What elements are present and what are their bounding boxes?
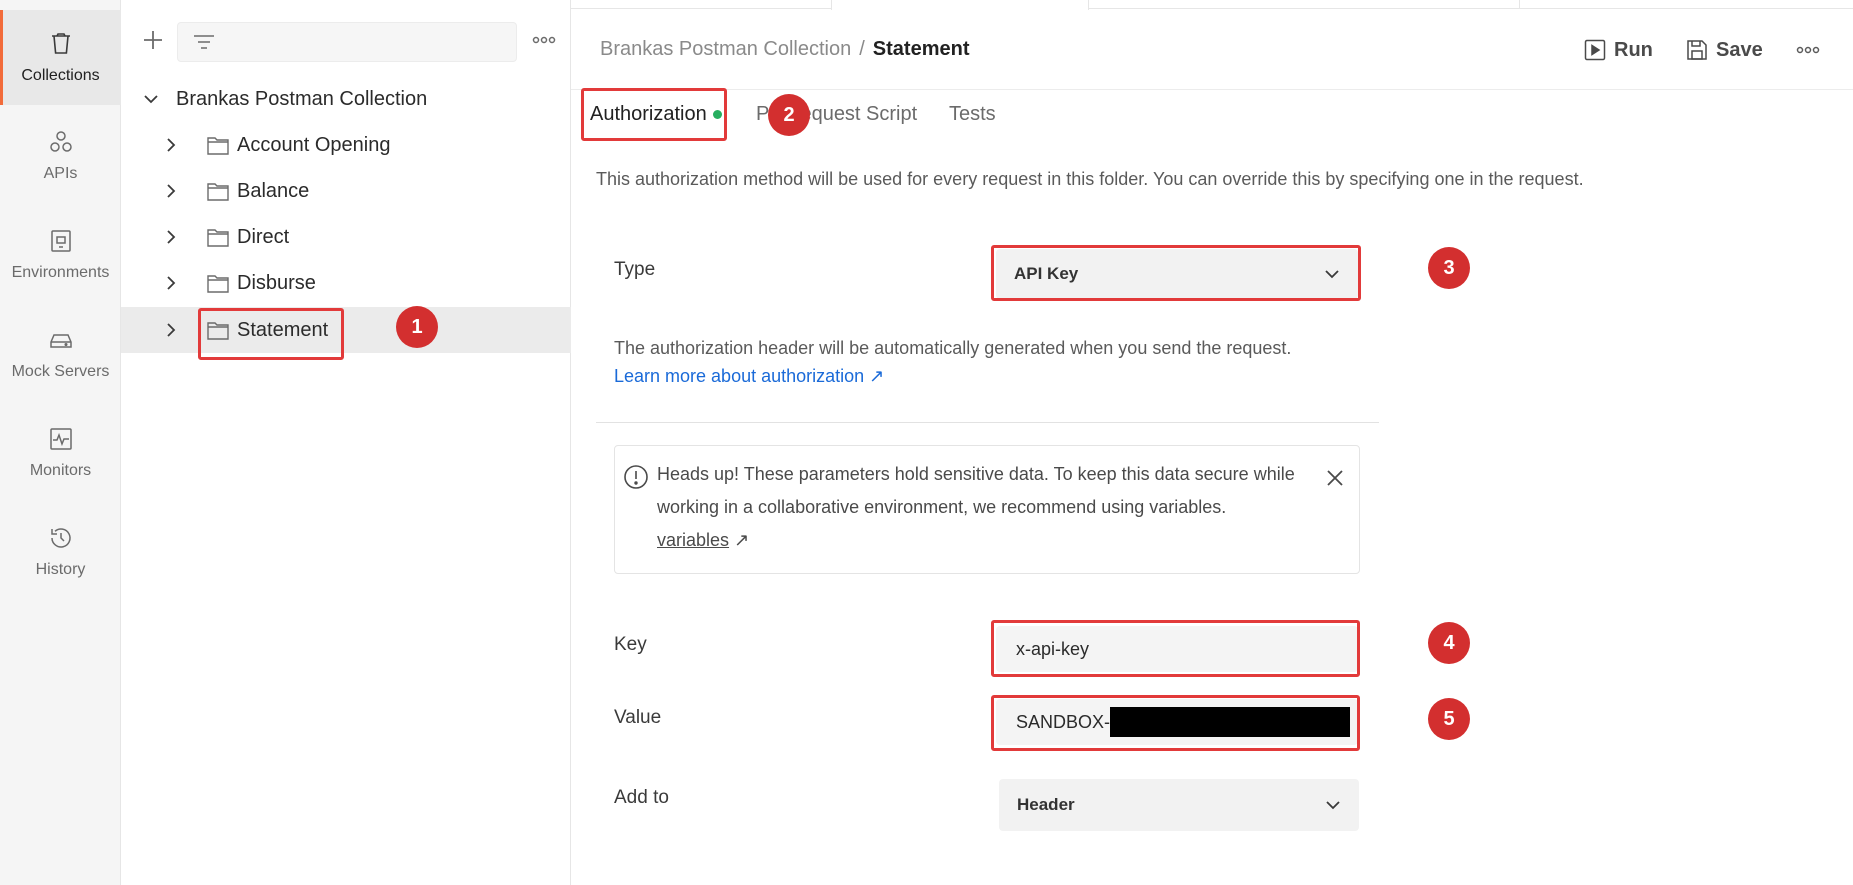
status-dot xyxy=(712,110,722,120)
folder-icon xyxy=(207,183,229,201)
tree-folder-account-opening[interactable]: Account Opening xyxy=(121,122,571,168)
section-divider xyxy=(596,422,1379,423)
tab-separator xyxy=(1519,0,1520,9)
rail-item-mock-servers[interactable]: Mock Servers xyxy=(0,306,121,401)
more-options-icon[interactable] xyxy=(529,30,559,50)
value-input[interactable]: SANDBOX- xyxy=(996,699,1358,745)
auth-type-value: API Key xyxy=(1014,264,1079,283)
history-icon xyxy=(50,527,71,548)
play-icon xyxy=(1584,39,1606,61)
rail-label: Environments xyxy=(11,263,110,281)
annotation-marker-3: 3 xyxy=(1428,247,1470,289)
tree-folder-statement[interactable]: Statement xyxy=(121,307,571,353)
rail-label: Mock Servers xyxy=(11,362,110,380)
redacted-value xyxy=(1110,707,1351,737)
breadcrumb-current[interactable]: Statement xyxy=(873,38,970,60)
key-label: Key xyxy=(614,634,647,655)
alert-text: Heads up! These parameters hold sensitiv… xyxy=(657,464,1295,517)
tree-folder-balance[interactable]: Balance xyxy=(121,168,571,214)
annotation-marker-4: 4 xyxy=(1428,622,1470,664)
save-icon xyxy=(1687,40,1707,60)
filter-input[interactable] xyxy=(177,22,517,62)
chevron-right-icon[interactable] xyxy=(161,320,181,340)
tree-toolbar xyxy=(121,0,571,80)
value-label: Value xyxy=(614,707,662,728)
apis-icon xyxy=(49,130,72,152)
alert-message: Heads up! These parameters hold sensitiv… xyxy=(657,458,1297,557)
chevron-right-icon[interactable] xyxy=(161,227,181,247)
add-to-value: Header xyxy=(1017,795,1075,814)
tab-strip xyxy=(571,0,1853,9)
rail-item-collections[interactable]: Collections xyxy=(0,10,121,105)
chevron-down-icon xyxy=(1325,270,1339,279)
collection-name: Brankas Postman Collection xyxy=(176,87,428,110)
key-input[interactable]: x-api-key xyxy=(996,626,1358,672)
folder-label: Statement xyxy=(237,318,329,341)
collection-root[interactable]: Brankas Postman Collection xyxy=(121,76,571,122)
type-label: Type xyxy=(614,259,656,280)
active-request-tab[interactable] xyxy=(831,0,1089,10)
add-to-label: Add to xyxy=(614,787,669,808)
environment-icon xyxy=(50,229,71,252)
value-prefix: SANDBOX- xyxy=(1016,711,1111,732)
filter-icon xyxy=(194,35,214,49)
save-button[interactable]: Save xyxy=(1686,34,1763,66)
close-icon[interactable] xyxy=(1325,468,1345,488)
more-options-icon[interactable] xyxy=(1793,40,1823,60)
tree-folder-disburse[interactable]: Disburse xyxy=(121,260,571,306)
trash-can-icon xyxy=(51,32,70,54)
tab-tests[interactable]: Tests xyxy=(949,103,996,126)
external-link-icon: ↗ xyxy=(734,530,750,550)
chevron-right-icon[interactable] xyxy=(161,273,181,293)
save-label: Save xyxy=(1716,38,1763,61)
run-label: Run xyxy=(1614,38,1653,61)
rail-item-apis[interactable]: APIs xyxy=(0,108,121,203)
folder-label: Disburse xyxy=(237,271,316,294)
folder-label: Direct xyxy=(237,225,290,248)
plus-icon[interactable] xyxy=(139,26,167,54)
auth-type-select[interactable]: API Key xyxy=(996,249,1358,299)
rail-label: Monitors xyxy=(29,461,92,479)
tree-folder-direct[interactable]: Direct xyxy=(121,214,571,260)
rail-label: APIs xyxy=(43,164,78,182)
run-button[interactable]: Run xyxy=(1584,34,1653,66)
folder-label: Balance xyxy=(237,179,310,202)
tab-authorization[interactable]: Authorization xyxy=(590,103,722,126)
tab-label: Tests xyxy=(949,103,996,125)
folder-icon xyxy=(207,275,229,293)
warning-icon xyxy=(624,465,648,489)
annotation-marker-2: 2 xyxy=(768,94,810,136)
rail-item-environments[interactable]: Environments xyxy=(0,207,121,302)
chevron-down-icon[interactable] xyxy=(141,89,161,109)
monitor-icon xyxy=(49,427,72,450)
tab-label: Authorization xyxy=(590,103,707,125)
left-nav-rail: Collections APIs Environments Mock Serve… xyxy=(0,0,121,885)
rail-item-history[interactable]: History xyxy=(0,504,121,599)
auth-description: This authorization method will be used f… xyxy=(596,169,1584,189)
breadcrumb-parent[interactable]: Brankas Postman Collection xyxy=(600,38,851,60)
rail-item-monitors[interactable]: Monitors xyxy=(0,405,121,500)
learn-more-link[interactable]: Learn more about authorization ↗ xyxy=(614,366,884,387)
rail-label: Collections xyxy=(21,66,100,84)
folder-icon xyxy=(207,322,229,340)
collection-tree-panel: Brankas Postman Collection Account Openi… xyxy=(121,0,571,885)
breadcrumb-separator: / xyxy=(859,38,865,60)
mock-server-icon xyxy=(49,333,72,348)
chevron-right-icon[interactable] xyxy=(161,181,181,201)
sensitive-data-alert: Heads up! These parameters hold sensitiv… xyxy=(614,445,1360,574)
add-to-select[interactable]: Header xyxy=(999,779,1359,831)
folder-icon xyxy=(207,137,229,155)
annotation-marker-1: 1 xyxy=(396,306,438,348)
folder-icon xyxy=(207,229,229,247)
chevron-right-icon[interactable] xyxy=(161,135,181,155)
auth-note: The authorization header will be automat… xyxy=(614,338,1292,358)
rail-label: History xyxy=(35,560,86,578)
folder-label: Account Opening xyxy=(237,133,391,156)
breadcrumb: Brankas Postman Collection / Statement xyxy=(600,38,970,61)
chevron-down-icon xyxy=(1326,801,1340,810)
variables-link[interactable]: variables xyxy=(657,530,729,550)
annotation-marker-5: 5 xyxy=(1428,698,1470,740)
key-value: x-api-key xyxy=(1016,638,1090,659)
request-header: Brankas Postman Collection / Statement Run… xyxy=(571,10,1853,90)
